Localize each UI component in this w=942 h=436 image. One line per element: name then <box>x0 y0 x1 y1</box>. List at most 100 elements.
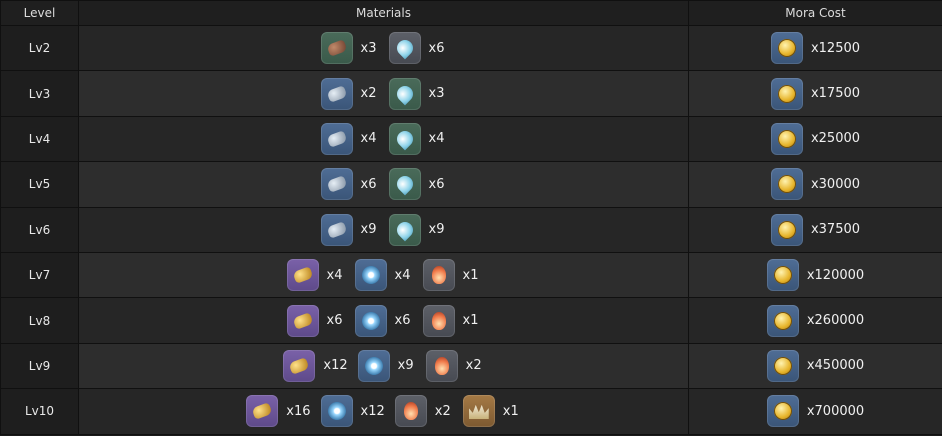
mora-coin-icon <box>766 259 799 292</box>
level-cell: Lv8 <box>0 297 79 344</box>
material-quantity: x6 <box>428 40 445 56</box>
level-cell: Lv4 <box>0 115 79 163</box>
mora-cost: x17500 <box>770 77 861 110</box>
mora-coin-icon <box>770 32 803 65</box>
crown-icon <box>462 395 495 428</box>
materials-cell: x4 x4 <box>78 115 689 163</box>
level-cell: Lv7 <box>0 251 79 299</box>
material-item: x2 <box>394 395 453 428</box>
silver-chunk-icon <box>320 77 353 110</box>
level-cell: Lv2 <box>0 24 79 72</box>
mora-cost-cell: x260000 <box>688 297 942 344</box>
materials-cell: x9 x9 <box>78 206 689 253</box>
blue-droplet-icon <box>388 213 421 246</box>
material-item: x1 <box>422 259 481 292</box>
material-quantity: x6 <box>360 176 377 192</box>
mora-quantity: x12500 <box>810 40 861 56</box>
material-quantity: x12 <box>323 358 348 374</box>
material-item: x6 <box>320 168 379 201</box>
talent-level-table: Level Materials Mora Cost Lv2 x3 x6 x12500 L… <box>0 0 942 435</box>
material-item: x9 <box>320 213 379 246</box>
blue-droplet-icon <box>388 122 421 155</box>
materials-list: x12 x9 x2 <box>79 349 688 382</box>
header-materials: Materials <box>78 0 689 26</box>
material-item: x1 <box>422 304 481 337</box>
gold-chunk-icon <box>286 259 319 292</box>
material-quantity: x6 <box>428 176 445 192</box>
material-quantity: x2 <box>465 358 482 374</box>
flame-icon <box>425 349 458 382</box>
materials-list: x16 x12 x2 x1 <box>79 395 688 428</box>
table-body: Lv2 x3 x6 x12500 Lv3 x2 x3 x17500 Lv4 x4 x4 x25000 L… <box>0 24 942 435</box>
silver-chunk-icon <box>320 213 353 246</box>
silver-chunk-icon <box>320 122 353 155</box>
blue-droplet-icon <box>388 168 421 201</box>
mora-quantity: x30000 <box>810 176 861 192</box>
mora-cost: x30000 <box>770 168 861 201</box>
mora-cost-cell: x700000 <box>688 388 942 435</box>
materials-list: x6 x6 x1 <box>79 304 688 337</box>
table-header-row: Level Materials Mora Cost <box>0 0 942 26</box>
flame-icon <box>422 259 455 292</box>
mora-coin-icon <box>770 122 803 155</box>
material-item: x6 <box>388 168 447 201</box>
header-level: Level <box>0 0 79 26</box>
materials-cell: x12 x9 x2 <box>78 342 689 390</box>
mora-quantity: x260000 <box>806 313 865 329</box>
mora-cost: x450000 <box>766 349 865 382</box>
mora-cost: x700000 <box>766 395 864 428</box>
material-quantity: x12 <box>360 403 385 419</box>
blue-ring-icon <box>320 395 353 428</box>
gold-chunk-icon <box>286 304 319 337</box>
flame-icon <box>422 304 455 337</box>
material-quantity: x3 <box>428 86 445 102</box>
flame-icon <box>394 395 427 428</box>
material-quantity: x6 <box>326 313 343 329</box>
table-row: Lv10 x16 x12 x2 x1 x700000 <box>0 388 942 435</box>
silver-chunk-icon <box>320 168 353 201</box>
material-quantity: x9 <box>428 222 445 238</box>
mora-quantity: x120000 <box>806 267 865 283</box>
material-quantity: x16 <box>286 403 311 419</box>
materials-cell: x6 x6 <box>78 161 689 208</box>
material-quantity: x4 <box>360 131 377 147</box>
mora-cost-cell: x12500 <box>688 24 942 72</box>
material-item: x1 <box>462 395 521 428</box>
level-cell: Lv10 <box>0 388 79 435</box>
materials-list: x3 x6 <box>79 32 688 65</box>
material-quantity: x4 <box>326 267 343 283</box>
material-quantity: x2 <box>360 86 377 102</box>
mora-quantity: x17500 <box>810 86 861 102</box>
level-cell: Lv5 <box>0 161 79 208</box>
material-quantity: x2 <box>434 403 451 419</box>
table-row: Lv8 x6 x6 x1 x260000 <box>0 297 942 344</box>
mora-coin-icon <box>766 304 799 337</box>
mora-cost: x260000 <box>766 304 865 337</box>
blue-ring-icon <box>357 349 390 382</box>
mora-coin-icon <box>766 349 799 382</box>
mora-cost: x120000 <box>766 259 865 292</box>
blue-ring-icon <box>354 259 387 292</box>
table-row: Lv4 x4 x4 x25000 <box>0 115 942 163</box>
material-item: x4 <box>354 259 413 292</box>
level-cell: Lv9 <box>0 342 79 390</box>
materials-cell: x4 x4 x1 <box>78 251 689 299</box>
gold-chunk-icon <box>283 349 316 382</box>
material-quantity: x1 <box>462 267 479 283</box>
material-quantity: x3 <box>360 40 377 56</box>
material-item: x6 <box>286 304 345 337</box>
material-item: x9 <box>357 349 416 382</box>
materials-list: x4 x4 <box>79 122 688 155</box>
mora-coin-icon <box>766 395 799 428</box>
gold-chunk-icon <box>246 395 279 428</box>
mora-cost: x25000 <box>770 122 860 155</box>
mora-cost: x37500 <box>770 213 860 246</box>
material-item: x2 <box>320 77 379 110</box>
material-quantity: x9 <box>397 358 414 374</box>
material-item: x4 <box>320 122 379 155</box>
materials-list: x9 x9 <box>79 213 688 246</box>
mora-quantity: x450000 <box>806 358 865 374</box>
material-item: x4 <box>286 259 345 292</box>
material-quantity: x9 <box>360 222 377 238</box>
mora-cost-cell: x30000 <box>688 161 942 208</box>
